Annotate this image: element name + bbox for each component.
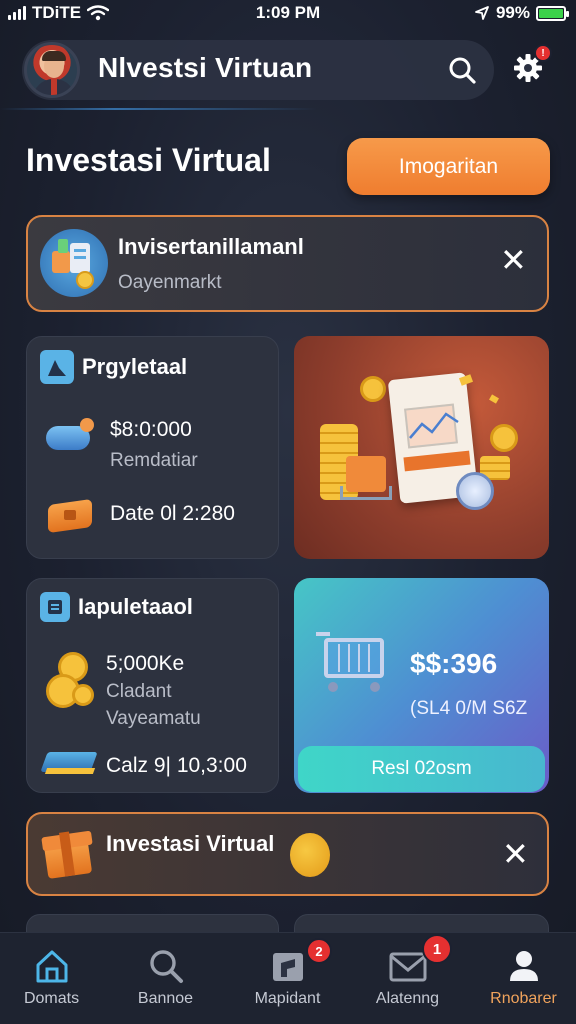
promo-button[interactable]: Resl 02osm: [298, 746, 545, 792]
investment-illustration: [294, 336, 549, 559]
nav-item-portfolio[interactable]: 2 Mapidant: [230, 938, 345, 1020]
nav-item-messages[interactable]: 1 Alatenng: [350, 934, 465, 1020]
home-icon: [36, 950, 68, 983]
top-banner-subtitle: Oayenmarkt: [118, 272, 222, 293]
header-title: Nlvestsi Virtuan: [98, 52, 313, 83]
nav-label-profile: Rnobarer: [490, 990, 557, 1007]
card-2-amount-sub-2: Vayeamatu: [106, 708, 201, 729]
card-2-amount: 5;000Ke: [106, 652, 185, 675]
portfolio-icon: [273, 953, 303, 981]
profile-icon: [510, 951, 538, 981]
promo-subtitle: (SL4 0/M S6Z: [410, 698, 528, 719]
nav-item-search[interactable]: Bannoe: [108, 940, 223, 1020]
bottom-banner[interactable]: [26, 812, 549, 896]
card-1-amount-sub: Remdatiar: [110, 450, 198, 471]
notification-badge: !: [534, 44, 552, 62]
gift-box-icon: [41, 828, 94, 879]
location-icon: [475, 6, 489, 20]
tank-icon: [42, 416, 98, 460]
header-divider: [0, 108, 576, 110]
wallet-icon: [44, 494, 98, 534]
close-icon[interactable]: ✕: [502, 835, 529, 873]
nav-label-messages: Alatenng: [375, 990, 440, 1007]
book-icon: [40, 744, 98, 780]
battery-percent: 99%: [495, 3, 530, 22]
status-bar: TDiTE 1:09 PM 99%: [0, 0, 576, 28]
portfolio-chart-icon: [40, 229, 108, 297]
search-button[interactable]: [440, 48, 484, 92]
nav-label-portfolio: Mapidant: [254, 990, 321, 1007]
card-1-amount: $8:0:000: [110, 418, 192, 441]
card-1-date: Date 0l 2:280: [110, 502, 235, 525]
card-2-title: Iapuletaaol: [78, 594, 193, 619]
coin-icon: [290, 833, 330, 877]
shopping-cart-icon: [316, 632, 390, 694]
battery-icon: [536, 5, 569, 21]
nav-badge-portfolio: 2: [306, 938, 332, 964]
promo-price: $$:396: [410, 648, 498, 679]
nav-badge-messages: 1: [422, 934, 452, 964]
card-2-date: Calz 9| 10,3:00: [106, 754, 247, 777]
avatar[interactable]: [24, 42, 80, 98]
nav-item-profile[interactable]: Rnobarer: [466, 940, 576, 1020]
nav-label-search: Bannoe: [137, 990, 194, 1007]
primary-action-button[interactable]: Imogaritan: [347, 138, 550, 195]
search-icon: [449, 57, 476, 84]
nav-item-home[interactable]: Domats: [0, 940, 109, 1020]
card-1-title: Prgyletaal: [82, 354, 188, 379]
coins-icon: [44, 650, 96, 712]
bottom-banner-title: Investasi Virtual: [106, 831, 275, 856]
settings-button[interactable]: !: [506, 44, 552, 90]
close-icon[interactable]: ✕: [500, 241, 527, 279]
document-icon: [40, 592, 70, 622]
card-2-amount-sub-1: Cladant: [106, 681, 172, 702]
search-icon: [150, 950, 183, 983]
top-banner-title: Invisertanillamanl: [118, 234, 304, 259]
nav-label-home: Domats: [23, 990, 80, 1007]
chart-icon: [40, 350, 74, 384]
page-title: Investasi Virtual: [26, 142, 271, 178]
